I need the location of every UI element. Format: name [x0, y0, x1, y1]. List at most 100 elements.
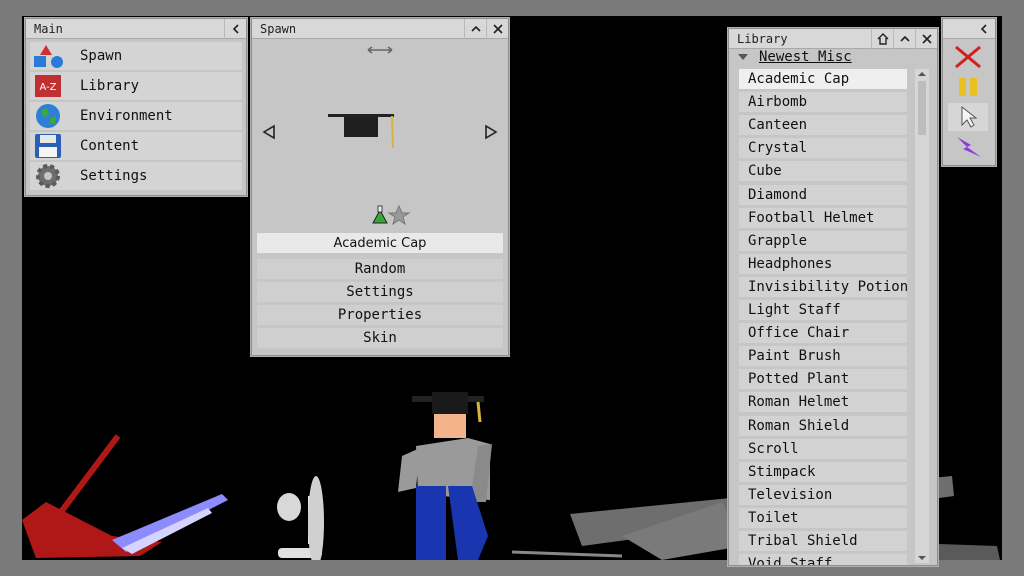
library-item[interactable]: Stimpack	[739, 461, 907, 482]
menu-label: Library	[80, 78, 140, 94]
menu-item-spawn[interactable]: Spawn	[30, 42, 242, 70]
library-item[interactable]: Headphones	[739, 253, 907, 274]
person-cap-tassel	[476, 401, 482, 423]
menu-item-library[interactable]: A-Z Library	[30, 72, 242, 100]
library-item[interactable]: Academic Cap	[739, 69, 907, 89]
triangle-down-icon	[738, 54, 748, 60]
main-title: Main	[34, 21, 63, 36]
menu-label: Environment	[80, 108, 173, 124]
library-item[interactable]: Roman Shield	[739, 415, 907, 436]
spawn-panel: Spawn Academic Cap Random Settings Prope…	[251, 18, 509, 356]
person-cap-top	[432, 392, 468, 414]
random-button[interactable]: Random	[257, 259, 503, 279]
scythe-blade-glow	[112, 494, 228, 552]
lightning-icon	[957, 137, 981, 157]
library-item[interactable]: Light Staff	[739, 300, 907, 320]
star-icon[interactable]	[387, 204, 411, 226]
library-item[interactable]: Television	[739, 484, 907, 505]
scythe-handle	[49, 434, 121, 526]
next-arrow-icon[interactable]	[485, 124, 498, 140]
prev-arrow-icon[interactable]	[262, 124, 275, 140]
properties-button[interactable]: Properties	[257, 305, 503, 325]
library-item[interactable]: Paint Brush	[739, 346, 907, 367]
person-head	[434, 414, 466, 438]
a-z-icon: A-Z	[30, 72, 66, 100]
spawn-titlebar[interactable]: Spawn	[252, 19, 508, 39]
swap-arrows-icon[interactable]	[367, 46, 393, 54]
fan-blade	[308, 476, 324, 560]
close-button[interactable]	[486, 19, 508, 39]
menu-item-settings[interactable]: Settings	[30, 162, 242, 190]
library-item[interactable]: Airbomb	[739, 92, 907, 113]
library-item[interactable]: Scroll	[739, 438, 907, 459]
spawn-title: Spawn	[260, 21, 297, 36]
flask-icon	[372, 205, 388, 224]
svg-text:A-Z: A-Z	[39, 82, 56, 93]
gear-icon	[30, 162, 66, 190]
tools-titlebar[interactable]	[943, 19, 995, 39]
minimize-button[interactable]	[464, 19, 486, 39]
menu-label: Content	[80, 138, 140, 154]
academic-cap-preview	[328, 114, 394, 149]
chevron-up-icon	[899, 35, 910, 42]
menu-item-content[interactable]: Content	[30, 132, 242, 160]
wrench-prop	[511, 550, 623, 558]
library-item[interactable]: Potted Plant	[739, 369, 907, 390]
cursor-icon	[961, 105, 978, 128]
category-header[interactable]: Newest Misc	[737, 48, 852, 66]
library-item[interactable]: Roman Helmet	[739, 392, 907, 413]
cursor-button[interactable]	[948, 103, 988, 131]
library-item[interactable]: Diamond	[739, 184, 907, 205]
library-titlebar[interactable]: Library	[729, 29, 937, 49]
home-button[interactable]	[871, 29, 893, 49]
skin-button[interactable]: Skin	[257, 328, 503, 348]
delete-x-icon	[955, 45, 981, 69]
library-item[interactable]: Tribal Shield	[739, 531, 907, 551]
spawn-preview	[262, 46, 498, 226]
main-titlebar[interactable]: Main	[26, 19, 246, 39]
shapes-icon	[30, 42, 66, 70]
scroll-down-icon[interactable]	[915, 553, 929, 563]
library-item[interactable]: Invisibility Potion	[739, 276, 907, 297]
scrollbar[interactable]	[915, 69, 929, 563]
minimize-button[interactable]	[893, 29, 915, 49]
menu-label: Settings	[80, 168, 148, 184]
library-item[interactable]: Football Helmet	[739, 207, 907, 228]
selected-item-name: Academic Cap	[257, 233, 503, 253]
scrollbar-thumb[interactable]	[918, 81, 926, 135]
library-panel: Library Newest Misc Academic Cap Airbomb C…	[728, 28, 938, 566]
floppy-disk-icon	[30, 132, 66, 160]
library-item[interactable]: Void Staff	[739, 554, 907, 565]
collapse-button[interactable]	[224, 19, 246, 39]
fan-motor	[277, 493, 301, 521]
home-icon	[877, 33, 888, 45]
lightning-button[interactable]	[948, 133, 988, 161]
collapse-button[interactable]	[973, 19, 995, 39]
chevron-left-icon	[232, 24, 239, 34]
chevron-up-icon	[470, 25, 481, 32]
main-panel: Main Spawn A-Z Library Environment Conte…	[25, 18, 247, 196]
close-icon	[492, 24, 503, 34]
close-button[interactable]	[915, 29, 937, 49]
menu-item-environment[interactable]: Environment	[30, 102, 242, 130]
scroll-up-icon[interactable]	[915, 69, 929, 79]
close-icon	[921, 34, 932, 44]
library-item[interactable]: Canteen	[739, 115, 907, 136]
library-title: Library	[737, 31, 788, 46]
globe-icon	[30, 102, 66, 130]
library-item[interactable]: Office Chair	[739, 323, 907, 344]
person-leg-left	[416, 486, 446, 560]
tools-panel	[942, 18, 996, 166]
pause-icon	[959, 78, 977, 96]
delete-button[interactable]	[948, 43, 988, 71]
settings-button[interactable]: Settings	[257, 282, 503, 302]
library-item[interactable]: Toilet	[739, 507, 907, 528]
library-item[interactable]: Cube	[739, 161, 907, 182]
person-arm-left	[398, 448, 420, 492]
pause-button[interactable]	[948, 73, 988, 101]
library-item[interactable]: Crystal	[739, 138, 907, 159]
menu-label: Spawn	[80, 48, 123, 64]
category-label: Newest Misc	[759, 49, 852, 65]
chevron-left-icon	[980, 24, 987, 34]
library-item[interactable]: Grapple	[739, 230, 907, 251]
